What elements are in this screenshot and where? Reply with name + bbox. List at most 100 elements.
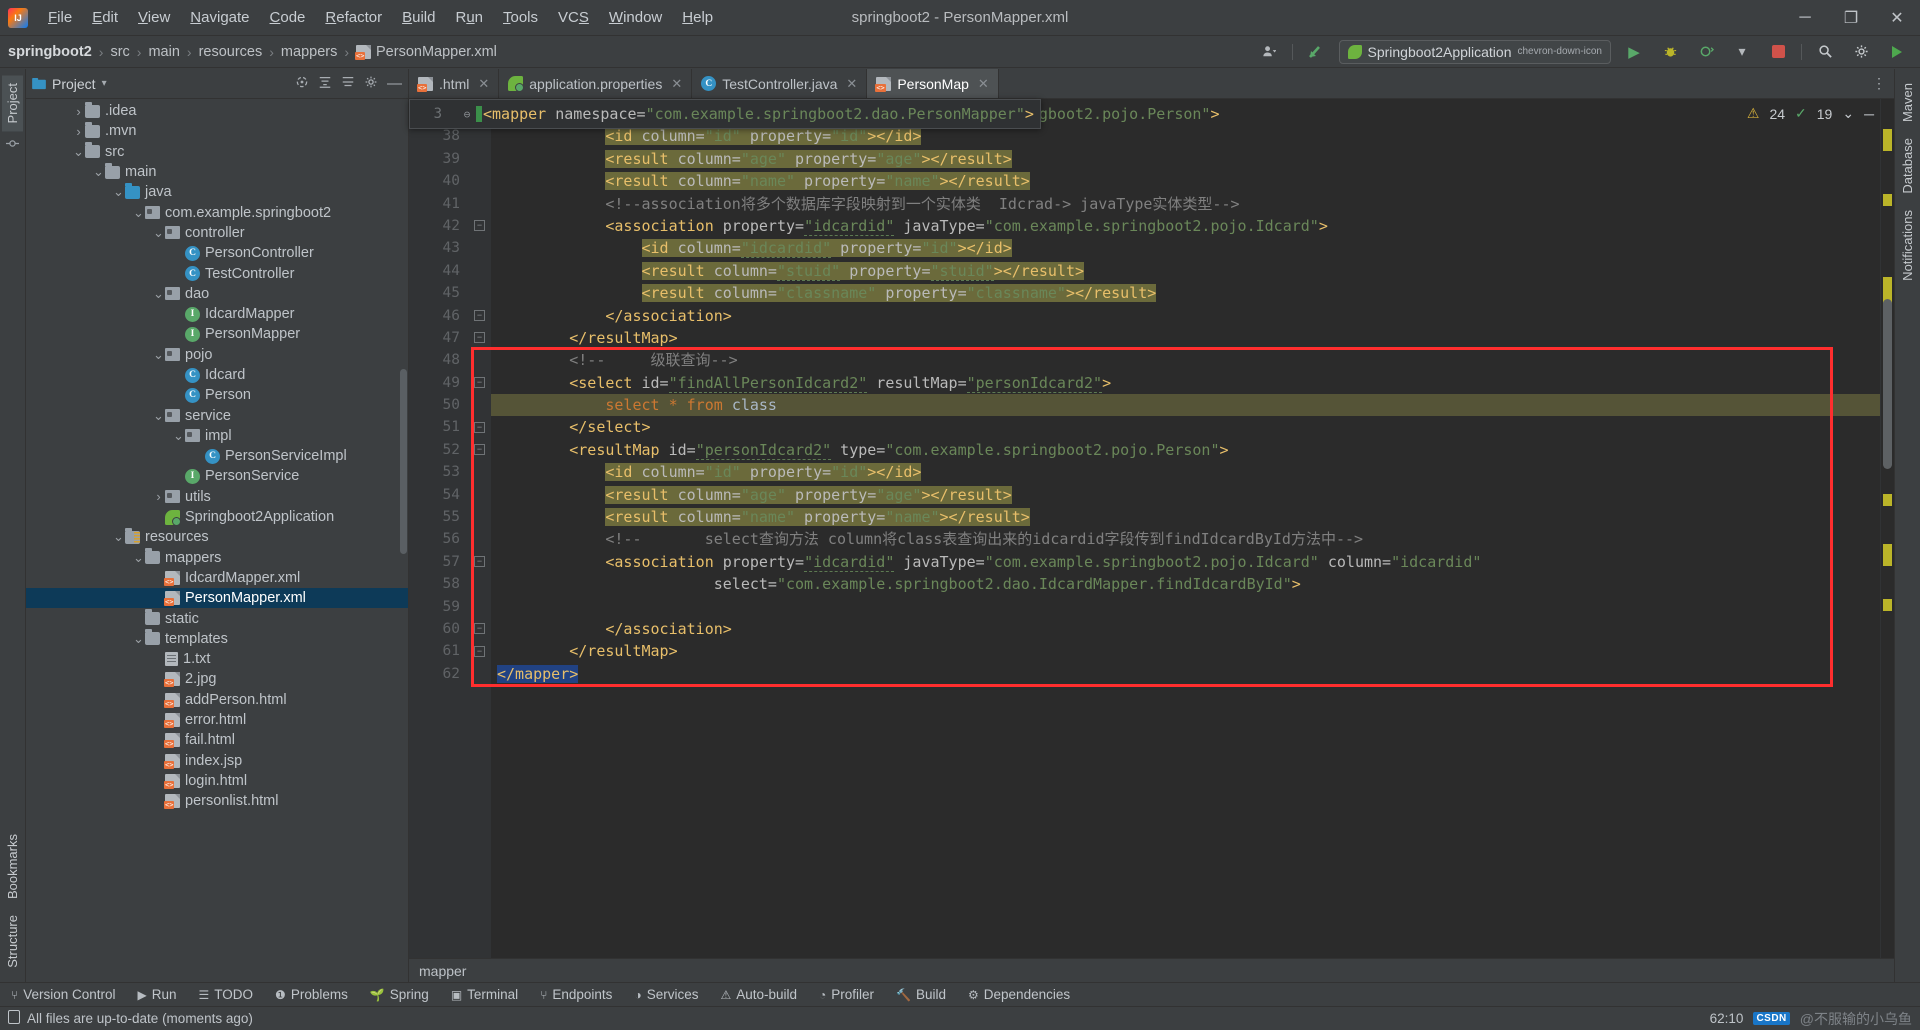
code-line[interactable]: <id column="idcardid" property="id"></id… [491, 237, 1880, 259]
code-fold-icon[interactable]: − [474, 556, 485, 567]
code-fold-icon[interactable]: − [474, 623, 485, 635]
collapse-icon[interactable]: ─ [1864, 106, 1874, 122]
tree-item-resources[interactable]: ⌄ resources [26, 527, 408, 547]
tree-item-personmapper[interactable]: ›IPersonMapper [26, 324, 408, 344]
code-line[interactable]: <association property="idcardid" javaTyp… [491, 215, 1880, 237]
menu-item-edit[interactable]: Edit [82, 5, 128, 30]
fold-icon[interactable]: ⊖ [458, 108, 476, 121]
code-line[interactable]: </association> [491, 618, 1880, 640]
code-line[interactable]: <!--association将多个数据库字段映射到一个实体类 Idcrad->… [491, 193, 1880, 215]
code-line[interactable]: </association> [491, 305, 1880, 327]
close-tab-icon[interactable]: ✕ [846, 76, 857, 92]
tree-item-idcardmapper-xml[interactable]: ›IdcardMapper.xml [26, 568, 408, 588]
code-fold-icon[interactable]: − [474, 444, 485, 455]
code-line[interactable]: <!-- 级联查询--> [491, 349, 1880, 371]
tree-item-utils[interactable]: › utils [26, 487, 408, 507]
tree-item-testcontroller[interactable]: ›CTestController [26, 263, 408, 283]
more-run-options-icon[interactable]: ▾ [1729, 40, 1755, 64]
chevron-down-icon[interactable]: ⌄ [132, 205, 145, 221]
menu-item-vcs[interactable]: VCS [548, 5, 599, 30]
chevron-down-icon[interactable]: ▾ [102, 78, 107, 89]
code-fold-icon[interactable]: − [474, 645, 485, 657]
warning-marker[interactable] [1883, 194, 1892, 206]
breadcrumb-item-personmapper-xml[interactable]: PersonMapper.xml [355, 44, 497, 60]
tree-item-fail-html[interactable]: ›fail.html [26, 730, 408, 750]
menu-item-help[interactable]: Help [672, 5, 723, 30]
editor-tab-application-properties[interactable]: application.properties ✕ [499, 69, 693, 98]
tree-item-1-txt[interactable]: ›1.txt [26, 649, 408, 669]
hide-icon[interactable]: — [387, 76, 402, 91]
gear-icon[interactable] [1848, 40, 1874, 64]
ide-play-icon[interactable] [1884, 40, 1910, 64]
code-line[interactable]: <result column="age" property="age"></re… [491, 148, 1880, 170]
tool-tab-structure[interactable]: Structure [2, 907, 23, 976]
code-line[interactable]: </resultMap> [491, 327, 1880, 349]
chevron-down-icon[interactable]: ⌄ [132, 631, 145, 647]
chevron-down-icon[interactable]: ⌄ [1842, 105, 1854, 122]
commit-icon[interactable] [6, 137, 19, 153]
tool-tab-maven[interactable]: Maven [1897, 75, 1918, 130]
code-line[interactable]: <result column="name" property="name"></… [491, 170, 1880, 192]
editor-tabs-overflow[interactable]: ⋮ [1864, 69, 1894, 98]
tree-item-static[interactable]: ›static [26, 608, 408, 628]
editor-breadcrumb[interactable]: mapper [409, 958, 1894, 982]
more-tabs-icon[interactable]: ⋮ [1872, 75, 1886, 92]
tree-item-main[interactable]: ⌄ main [26, 162, 408, 182]
tree-item-error-html[interactable]: ›error.html [26, 710, 408, 730]
tool-window-version-control[interactable]: ⑂ Version Control [0, 987, 127, 1002]
breadcrumb-item-src[interactable]: src [110, 44, 129, 60]
menu-item-navigate[interactable]: Navigate [180, 5, 259, 30]
coverage-icon[interactable] [1693, 40, 1719, 64]
code-fold-icon[interactable]: − [474, 332, 485, 343]
code-line[interactable]: select * from class [491, 394, 1880, 417]
chevron-down-icon[interactable]: ⌄ [172, 428, 185, 444]
tree-item-dao[interactable]: ⌄ dao [26, 284, 408, 304]
menu-item-run[interactable]: Run [445, 5, 493, 30]
chevron-down-icon[interactable]: ⌄ [132, 550, 145, 566]
breadcrumb-item-springboot2[interactable]: springboot2 [8, 44, 92, 60]
tree-item-personlist-html[interactable]: ›personlist.html [26, 791, 408, 811]
code-line[interactable]: <resultMap id="personIdcard2" type="com.… [491, 439, 1880, 461]
tree-item-personcontroller[interactable]: ›CPersonController [26, 243, 408, 263]
inspection-widget[interactable]: ⚠ 24 ✓ 19 ⌄ ─ [1747, 105, 1874, 122]
tree-item-src[interactable]: ⌄ src [26, 142, 408, 162]
code-line[interactable]: <result column="classname" property="cla… [491, 282, 1880, 304]
code-line[interactable]: </resultMap> [491, 640, 1880, 662]
code-folding-column[interactable]: −−−−−−−−−− [469, 99, 491, 958]
tool-tab-notifications[interactable]: Notifications [1897, 202, 1918, 289]
editor-tab--html[interactable]: .html ✕ [409, 69, 500, 98]
tree-item-personservice[interactable]: ›IPersonService [26, 466, 408, 486]
menu-item-code[interactable]: Code [260, 5, 316, 30]
editor-tab-testcontroller-java[interactable]: C TestController.java ✕ [692, 69, 868, 98]
minimize-icon[interactable]: ─ [1782, 0, 1828, 36]
tree-item-idcardmapper[interactable]: ›IIdcardMapper [26, 304, 408, 324]
menu-item-file[interactable]: File [38, 5, 82, 30]
chevron-right-icon[interactable]: › [72, 124, 85, 139]
breadcrumb-item-resources[interactable]: resources [199, 44, 263, 60]
code-line[interactable]: <select id="findAllPersonIdcard2" result… [491, 372, 1880, 394]
tool-window-dependencies[interactable]: ⚙ Dependencies [957, 987, 1081, 1002]
tool-window-profiler[interactable]: ◔ Profiler [808, 987, 885, 1002]
close-tab-icon[interactable]: ✕ [978, 76, 989, 92]
stop-icon[interactable] [1765, 40, 1791, 64]
tree-item-2-jpg[interactable]: ›2.jpg [26, 669, 408, 689]
project-tree-scrollbar[interactable] [400, 369, 407, 554]
tool-window-run[interactable]: ▶ Run [127, 987, 188, 1002]
code-fold-icon[interactable]: − [474, 421, 485, 433]
tree-item-springboot2application[interactable]: ›Springboot2Application [26, 507, 408, 527]
debug-icon[interactable] [1657, 40, 1683, 64]
code-line[interactable]: <result column="name" property="name"></… [491, 506, 1880, 528]
tool-window-terminal[interactable]: ▣ Terminal [440, 987, 529, 1002]
close-tab-icon[interactable]: ✕ [671, 76, 682, 92]
breadcrumb-item-main[interactable]: main [148, 44, 179, 60]
run-icon[interactable]: ▶ [1621, 40, 1647, 64]
chevron-down-icon[interactable]: ⌄ [152, 347, 165, 363]
code-line[interactable]: select="com.example.springboot2.dao.Idca… [491, 573, 1880, 595]
menu-item-view[interactable]: View [128, 5, 180, 30]
tool-window-problems[interactable]: ❶ Problems [264, 987, 359, 1002]
code-line[interactable]: <id column="id" property="id"></id> [491, 461, 1880, 483]
close-icon[interactable]: ✕ [1874, 0, 1920, 36]
expand-icon[interactable] [341, 75, 355, 92]
maximize-icon[interactable]: ❐ [1828, 0, 1874, 36]
code-line[interactable]: </select> [491, 416, 1880, 438]
